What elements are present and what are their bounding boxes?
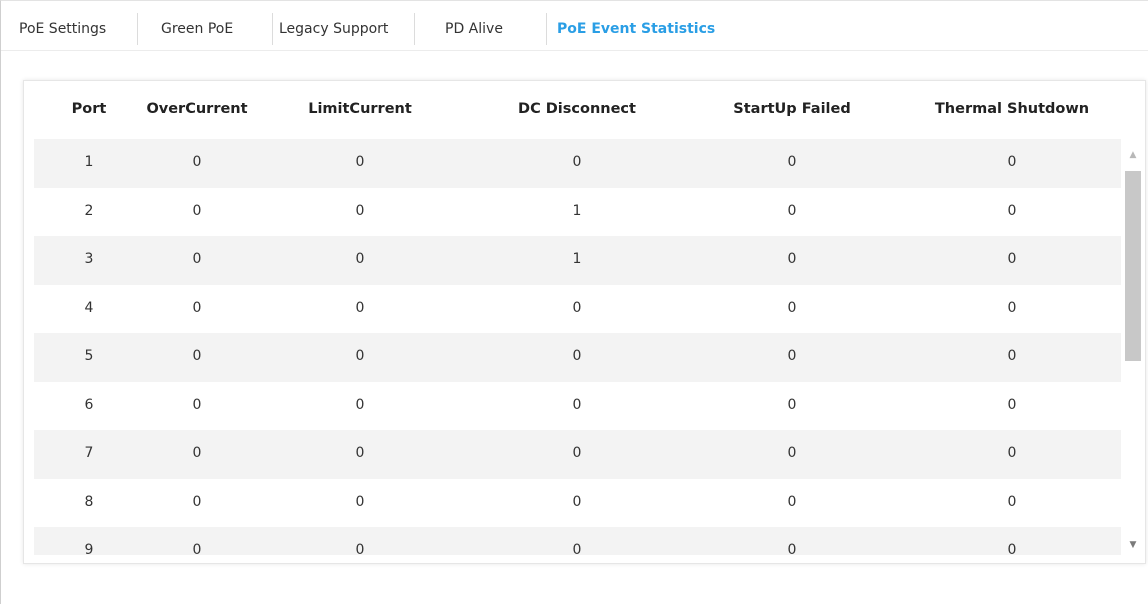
cell-thermal-shutdown: 0 bbox=[1007, 396, 1017, 413]
cell-overcurrent: 0 bbox=[192, 202, 202, 219]
tab-bar: PoE Settings Green PoE Legacy Support PD… bbox=[1, 1, 1148, 51]
column-header-startup-failed: StartUp Failed bbox=[733, 101, 851, 117]
cell-port: 6 bbox=[84, 396, 94, 413]
cell-overcurrent: 0 bbox=[192, 445, 202, 461]
column-header-overcurrent: OverCurrent bbox=[146, 101, 248, 117]
scrollbar-thumb[interactable] bbox=[1125, 171, 1141, 361]
column-header-dc-disconnect: DC Disconnect bbox=[518, 101, 636, 117]
cell-thermal-shutdown: 0 bbox=[1007, 202, 1017, 219]
cell-port: 4 bbox=[84, 299, 94, 316]
cell-port: 5 bbox=[84, 348, 94, 364]
table-row: 7 0 0 0 0 0 bbox=[34, 430, 1121, 479]
cell-dc-disconnect: 1 bbox=[572, 202, 582, 219]
cell-limitcurrent: 0 bbox=[355, 396, 365, 413]
cell-overcurrent: 0 bbox=[192, 299, 202, 316]
cell-dc-disconnect: 0 bbox=[572, 493, 582, 510]
cell-dc-disconnect: 0 bbox=[572, 299, 582, 316]
vertical-scrollbar[interactable]: ▲ ▼ bbox=[1123, 143, 1143, 553]
cell-overcurrent: 0 bbox=[192, 154, 202, 170]
cell-startup-failed: 0 bbox=[787, 396, 797, 413]
table-header: Port OverCurrent LimitCurrent DC Disconn… bbox=[24, 81, 1145, 139]
cell-dc-disconnect: 0 bbox=[572, 445, 582, 461]
cell-dc-disconnect: 0 bbox=[572, 542, 582, 555]
tab-divider bbox=[272, 13, 273, 45]
cell-limitcurrent: 0 bbox=[355, 542, 365, 555]
tab-divider bbox=[414, 13, 415, 45]
tab-poe-event-statistics[interactable]: PoE Event Statistics bbox=[557, 11, 715, 47]
table-row: 8 0 0 0 0 0 bbox=[34, 478, 1121, 527]
cell-limitcurrent: 0 bbox=[355, 445, 365, 461]
cell-overcurrent: 0 bbox=[192, 251, 202, 267]
cell-thermal-shutdown: 0 bbox=[1007, 251, 1017, 267]
cell-startup-failed: 0 bbox=[787, 542, 797, 555]
cell-limitcurrent: 0 bbox=[355, 348, 365, 364]
cell-thermal-shutdown: 0 bbox=[1007, 542, 1017, 555]
cell-dc-disconnect: 0 bbox=[572, 154, 582, 170]
cell-port: 1 bbox=[84, 154, 94, 170]
cell-port: 8 bbox=[84, 493, 94, 510]
cell-startup-failed: 0 bbox=[787, 348, 797, 364]
column-header-thermal-shutdown: Thermal Shutdown bbox=[934, 101, 1090, 117]
cell-limitcurrent: 0 bbox=[355, 154, 365, 170]
app-frame: PoE Settings Green PoE Legacy Support PD… bbox=[0, 0, 1148, 604]
cell-thermal-shutdown: 0 bbox=[1007, 348, 1017, 364]
table-row: 9 0 0 0 0 0 bbox=[34, 527, 1121, 555]
tab-divider bbox=[137, 13, 138, 45]
table-row: 3 0 0 1 0 0 bbox=[34, 236, 1121, 285]
cell-thermal-shutdown: 0 bbox=[1007, 493, 1017, 510]
table-row: 5 0 0 0 0 0 bbox=[34, 333, 1121, 382]
cell-startup-failed: 0 bbox=[787, 493, 797, 510]
cell-limitcurrent: 0 bbox=[355, 202, 365, 219]
cell-overcurrent: 0 bbox=[192, 348, 202, 364]
event-statistics-panel: Port OverCurrent LimitCurrent DC Disconn… bbox=[23, 80, 1146, 564]
cell-dc-disconnect: 0 bbox=[572, 348, 582, 364]
tab-divider bbox=[546, 13, 547, 45]
cell-startup-failed: 0 bbox=[787, 251, 797, 267]
cell-limitcurrent: 0 bbox=[355, 251, 365, 267]
cell-limitcurrent: 0 bbox=[355, 493, 365, 510]
cell-thermal-shutdown: 0 bbox=[1007, 154, 1017, 170]
tab-pd-alive[interactable]: PD Alive bbox=[445, 11, 503, 47]
triangle-up-icon[interactable]: ▲ bbox=[1127, 149, 1139, 161]
cell-port: 9 bbox=[84, 542, 94, 555]
tab-green-poe[interactable]: Green PoE bbox=[161, 11, 233, 47]
cell-limitcurrent: 0 bbox=[355, 299, 365, 316]
cell-startup-failed: 0 bbox=[787, 299, 797, 316]
table-body[interactable]: 1 0 0 0 0 0 2 0 0 1 0 0 3 0 0 1 0 0 4 0 0 0 0 0 5 0 0 0 0 0 6 0 0 0 0 0 7 0 0 0… bbox=[34, 139, 1121, 555]
table-row: 1 0 0 0 0 0 bbox=[34, 139, 1121, 188]
table-row: 6 0 0 0 0 0 bbox=[34, 381, 1121, 430]
cell-startup-failed: 0 bbox=[787, 445, 797, 461]
table-row: 4 0 0 0 0 0 bbox=[34, 284, 1121, 333]
cell-port: 2 bbox=[84, 202, 94, 219]
cell-dc-disconnect: 0 bbox=[572, 396, 582, 413]
tab-poe-settings[interactable]: PoE Settings bbox=[19, 11, 106, 47]
cell-thermal-shutdown: 0 bbox=[1007, 445, 1017, 461]
table-row: 2 0 0 1 0 0 bbox=[34, 187, 1121, 236]
column-header-limitcurrent: LimitCurrent bbox=[308, 101, 412, 117]
cell-overcurrent: 0 bbox=[192, 396, 202, 413]
cell-overcurrent: 0 bbox=[192, 542, 202, 555]
column-header-port: Port bbox=[71, 101, 107, 117]
cell-startup-failed: 0 bbox=[787, 154, 797, 170]
cell-dc-disconnect: 1 bbox=[572, 251, 582, 267]
cell-thermal-shutdown: 0 bbox=[1007, 299, 1017, 316]
cell-port: 7 bbox=[84, 445, 94, 461]
cell-port: 3 bbox=[84, 251, 94, 267]
tab-legacy-support[interactable]: Legacy Support bbox=[279, 11, 388, 47]
cell-overcurrent: 0 bbox=[192, 493, 202, 510]
cell-startup-failed: 0 bbox=[787, 202, 797, 219]
triangle-down-icon[interactable]: ▼ bbox=[1127, 539, 1139, 551]
